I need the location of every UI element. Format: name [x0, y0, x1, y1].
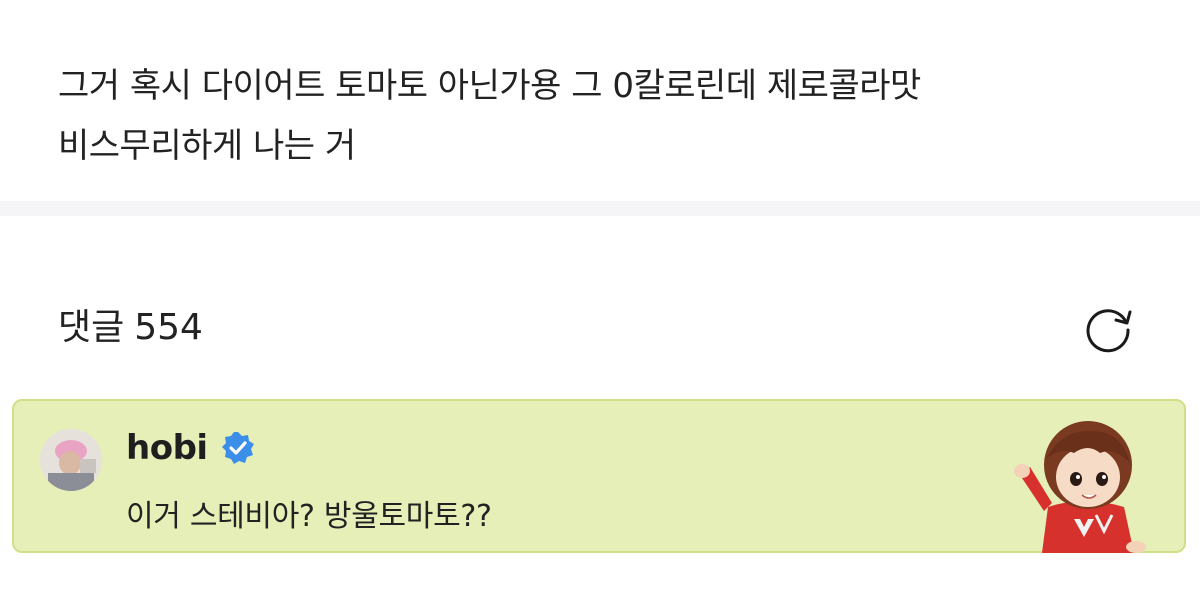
comment-author: hobi — [126, 425, 256, 471]
comments-title-label: 댓글 — [58, 307, 125, 348]
character-sticker-icon — [1012, 407, 1162, 553]
comments-count: 554 — [134, 307, 203, 348]
comments-title: 댓글 554 — [58, 304, 203, 352]
comments-header: 댓글 554 — [58, 300, 1140, 356]
comment-text: 이거 스테비아? 방울토마토?? — [126, 499, 492, 534]
verified-badge-icon — [220, 430, 256, 466]
comment-item[interactable]: hobi 이거 스테비아? 방울토마토?? — [12, 399, 1186, 553]
post-body-line: 그거 혹시 다이어트 토마토 아닌가용 그 0칼로린데 제로콜라맛 — [58, 66, 921, 106]
author-name[interactable]: hobi — [126, 428, 208, 468]
post-body-line: 비스무리하게 나는 거 — [58, 126, 356, 166]
refresh-icon — [1080, 300, 1136, 356]
refresh-button[interactable] — [1080, 300, 1136, 356]
avatar[interactable] — [40, 429, 102, 491]
post-body: 그거 혹시 다이어트 토마토 아닌가용 그 0칼로린데 제로콜라맛 비스무리하게… — [58, 56, 1178, 176]
section-divider — [0, 201, 1200, 216]
